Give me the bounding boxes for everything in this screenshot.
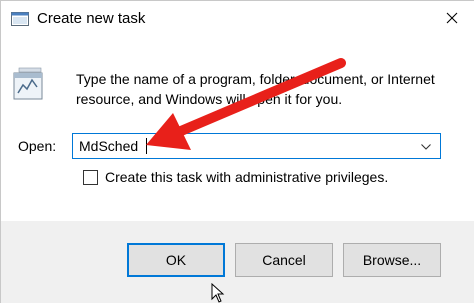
- text-caret: [146, 138, 147, 154]
- run-dialog-icon: [11, 12, 29, 26]
- dialog-content: Type the name of a program, folder, docu…: [1, 39, 474, 221]
- close-icon: [446, 11, 458, 29]
- close-button[interactable]: [429, 1, 474, 39]
- title-bar: Create new task: [1, 1, 474, 39]
- browse-button[interactable]: Browse...: [343, 243, 441, 277]
- mouse-pointer-icon: [211, 282, 225, 303]
- open-combobox[interactable]: [72, 133, 441, 159]
- window-title: Create new task: [37, 10, 146, 27]
- cancel-button[interactable]: Cancel: [235, 243, 333, 277]
- ok-button[interactable]: OK: [127, 243, 225, 277]
- admin-checkbox[interactable]: [83, 169, 98, 185]
- chevron-down-icon: [421, 137, 431, 155]
- dropdown-button[interactable]: [414, 134, 438, 158]
- run-program-icon: [13, 67, 47, 103]
- open-input[interactable]: [73, 134, 413, 158]
- run-dialog: Create new task Type the name of a progr…: [0, 0, 474, 303]
- open-label: Open:: [18, 138, 57, 154]
- admin-checkbox-label: Create this task with administrative pri…: [105, 169, 389, 185]
- button-bar: OK Cancel Browse...: [1, 221, 474, 303]
- admin-option[interactable]: Create this task with administrative pri…: [83, 167, 388, 187]
- description-text: Type the name of a program, folder, docu…: [76, 71, 435, 107]
